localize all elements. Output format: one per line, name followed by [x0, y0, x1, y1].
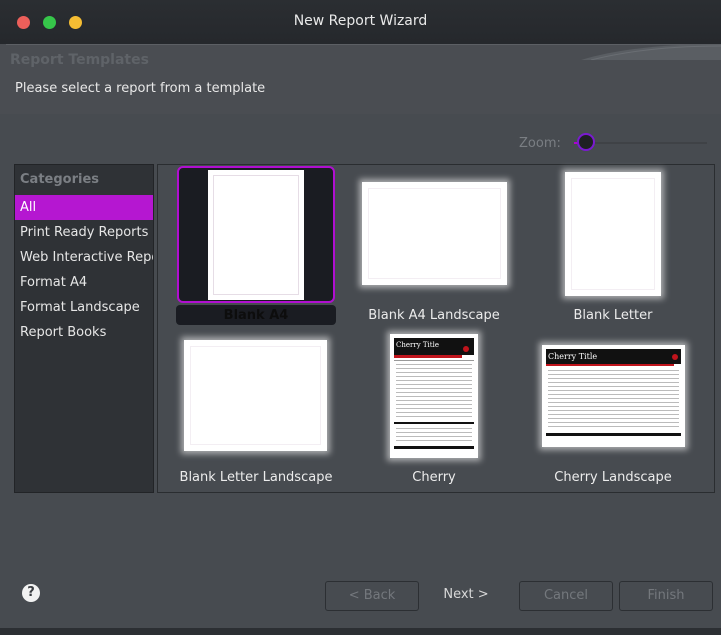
cherry-preview: Cherry Title — [394, 338, 474, 449]
template-label-blank-a4: Blank A4 — [223, 308, 289, 323]
cancel-button[interactable]: Cancel — [519, 581, 613, 611]
category-item-web-interactive-reports[interactable]: Web Interactive Reports — [15, 245, 153, 270]
template-blank-a4[interactable] — [177, 166, 335, 303]
category-item-format-landscape[interactable]: Format Landscape — [15, 295, 153, 320]
category-item-all[interactable]: All — [15, 195, 153, 220]
blank-a4-thumbnail — [208, 170, 304, 300]
next-button[interactable]: Next > — [419, 581, 513, 611]
template-blank-letter[interactable] — [565, 172, 661, 296]
cherry-preview-title: Cherry Title — [396, 341, 439, 349]
template-cherry-landscape[interactable]: Cherry Title — [542, 345, 685, 447]
template-cherry[interactable]: Cherry Title — [390, 334, 478, 458]
template-label-blank-letter-landscape: Blank Letter Landscape — [179, 470, 333, 485]
categories-panel: Categories All Print Ready Reports Web I… — [14, 164, 154, 493]
page-description: Please select a report from a template — [15, 81, 266, 96]
categories-header: Categories — [20, 172, 100, 187]
window-bottom-edge — [0, 628, 721, 635]
category-item-format-a4[interactable]: Format A4 — [15, 270, 153, 295]
finish-button[interactable]: Finish — [619, 581, 713, 611]
zoom-slider-handle[interactable] — [577, 133, 595, 151]
template-blank-letter-landscape[interactable] — [184, 340, 327, 451]
template-label-blank-letter: Blank Letter — [573, 308, 653, 323]
template-label-blank-a4-landscape: Blank A4 Landscape — [368, 308, 500, 323]
banner-decoration — [581, 44, 721, 60]
page-title: Report Templates — [10, 52, 149, 68]
cherry-landscape-preview-title: Cherry Title — [548, 352, 597, 361]
title-bar: New Report Wizard — [0, 0, 721, 45]
categories-list: All Print Ready Reports Web Interactive … — [15, 195, 153, 345]
zoom-label: Zoom: — [519, 136, 561, 151]
window-title: New Report Wizard — [293, 13, 428, 29]
help-icon[interactable]: ? — [22, 584, 40, 602]
category-item-report-books[interactable]: Report Books — [15, 320, 153, 345]
template-label-cherry: Cherry — [412, 470, 456, 485]
cherry-landscape-preview: Cherry Title — [546, 349, 681, 436]
template-blank-a4-landscape[interactable] — [362, 182, 507, 285]
back-button[interactable]: < Back — [325, 581, 419, 611]
category-item-print-ready-reports[interactable]: Print Ready Reports — [15, 220, 153, 245]
template-label-cherry-landscape: Cherry Landscape — [554, 470, 672, 485]
